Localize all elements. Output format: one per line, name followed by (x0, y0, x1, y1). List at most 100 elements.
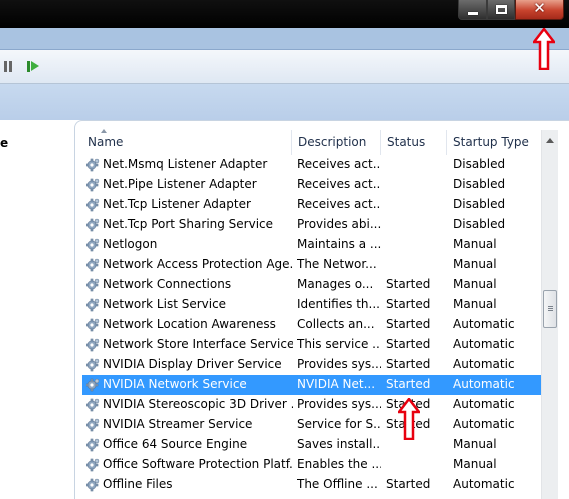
close-button[interactable]: ✕ (515, 0, 564, 20)
service-row[interactable]: Office 64 Source Engine Saves install... M… (82, 435, 542, 455)
services-list: Net.Msmq Listener Adapter Receives act...… (82, 155, 542, 495)
service-startup-type: Disabled (453, 197, 506, 211)
service-gear-icon (85, 398, 100, 412)
service-description: Receives act... (297, 197, 381, 211)
service-name: Netlogon (103, 237, 158, 251)
description-pane-text: e (0, 136, 9, 150)
service-row[interactable]: NVIDIA Streamer ServiceService for S...S… (82, 415, 542, 435)
service-row[interactable]: Net.Tcp Port Sharing Service Provides abi… (82, 215, 542, 235)
service-row[interactable]: Net.Pipe Listener Adapter Receives act...… (82, 175, 542, 195)
service-row[interactable]: NVIDIA Display Driver Service Provides sy… (82, 355, 542, 375)
pause-service-icon[interactable] (4, 61, 13, 72)
service-name: NVIDIA Display Driver Service (103, 357, 282, 371)
service-gear-icon (85, 298, 100, 312)
scrollbar-thumb[interactable] (543, 290, 557, 328)
service-gear-icon (85, 198, 100, 212)
service-description: Manages o... (297, 277, 374, 291)
service-startup-type: Manual (453, 297, 497, 311)
service-description: NVIDIA Net... (297, 377, 376, 391)
service-name: Network Connections (103, 277, 232, 291)
service-name: Net.Msmq Listener Adapter (103, 157, 268, 171)
service-name: Network Store Interface Service (103, 337, 293, 351)
service-name: Net.Tcp Listener Adapter (103, 197, 251, 211)
service-gear-icon (85, 458, 100, 472)
service-name: NVIDIA Network Service (103, 377, 247, 391)
vertical-scrollbar[interactable] (541, 130, 558, 499)
service-row[interactable]: Network Store Interface Service This serv… (82, 335, 542, 355)
service-row[interactable]: Offline Files The Offline ... Started Autom… (82, 475, 542, 495)
column-header-description[interactable]: Description (292, 130, 381, 155)
service-gear-icon (85, 318, 100, 332)
service-status: Started (386, 377, 431, 391)
service-description: Receives act... (297, 177, 381, 191)
annotation-arrow-close (533, 28, 555, 70)
service-row[interactable]: Network Connections Manages o... Started Ma… (82, 275, 542, 295)
toolbar (0, 50, 569, 84)
scroll-up-icon[interactable] (546, 138, 554, 143)
service-row[interactable]: Netlogon Maintains a ... Manual (82, 235, 542, 255)
service-gear-icon (85, 158, 100, 172)
service-description: Maintains a ... (297, 237, 381, 251)
service-row[interactable]: NVIDIA Stereoscopic 3D Driver ... Provide… (82, 395, 542, 415)
service-row[interactable]: Network List Service Identifies th... Star… (82, 295, 542, 315)
service-description: Enables the ... (297, 457, 381, 471)
service-description: Receives act... (297, 157, 381, 171)
service-startup-type: Automatic (453, 337, 515, 351)
service-name: Network List Service (103, 297, 227, 311)
column-header-status[interactable]: Status (381, 130, 447, 155)
service-row[interactable]: Net.Msmq Listener Adapter Receives act...… (82, 155, 542, 175)
column-header-row: Name Description Status Startup Type (82, 130, 542, 155)
service-startup-type: Automatic (453, 357, 515, 371)
service-row[interactable]: Network Location Awareness Collects an...… (82, 315, 542, 335)
service-description: Provides abi... (297, 217, 381, 231)
service-description: Provides sys... (297, 397, 381, 411)
minimize-icon (468, 12, 478, 15)
service-name: Offline Files (103, 477, 173, 491)
service-description: Identifies th... (297, 297, 380, 311)
column-header-name[interactable]: Name (82, 130, 292, 155)
service-status: Started (386, 357, 431, 371)
service-row[interactable]: Office Software Protection Platf... Enabl… (82, 455, 542, 475)
maximize-button[interactable] (487, 0, 515, 20)
service-description: This service ... (297, 337, 381, 351)
service-startup-type: Disabled (453, 177, 506, 191)
service-gear-icon (85, 278, 100, 292)
service-gear-icon (85, 178, 100, 192)
service-description: The Offline ... (297, 477, 378, 491)
service-name: Office 64 Source Engine (103, 437, 248, 451)
service-name: Net.Pipe Listener Adapter (103, 177, 257, 191)
service-startup-type: Disabled (453, 217, 506, 231)
service-status: Started (386, 317, 431, 331)
minimize-button[interactable] (458, 0, 487, 20)
service-name: NVIDIA Streamer Service (103, 417, 253, 431)
service-startup-type: Manual (453, 277, 497, 291)
service-gear-icon (85, 478, 100, 492)
service-startup-type: Manual (453, 257, 497, 271)
service-gear-icon (85, 378, 100, 392)
service-startup-type: Automatic (453, 477, 515, 491)
services-banner (0, 84, 569, 120)
service-gear-icon (85, 358, 100, 372)
column-header-startup-type[interactable]: Startup Type (447, 130, 542, 155)
maximize-icon (496, 5, 507, 14)
service-row[interactable]: NVIDIA Network Service NVIDIA Net... Start… (82, 375, 542, 395)
service-gear-icon (85, 258, 100, 272)
service-gear-icon (85, 438, 100, 452)
service-status: Started (386, 477, 431, 491)
service-gear-icon (85, 338, 100, 352)
service-startup-type: Manual (453, 437, 497, 451)
service-description: Provides sys... (297, 357, 381, 371)
service-startup-type: Manual (453, 237, 497, 251)
service-gear-icon (85, 238, 100, 252)
service-startup-type: Automatic (453, 417, 515, 431)
service-name: Network Access Protection Age... (103, 257, 293, 271)
restart-service-icon[interactable] (27, 61, 40, 72)
service-row[interactable]: Network Access Protection Age... The Netw… (82, 255, 542, 275)
service-startup-type: Manual (453, 457, 497, 471)
service-name: NVIDIA Stereoscopic 3D Driver ... (103, 397, 293, 411)
service-row[interactable]: Net.Tcp Listener Adapter Receives act... D… (82, 195, 542, 215)
service-description: The Networ... (297, 257, 377, 271)
service-startup-type: Automatic (453, 397, 515, 411)
service-startup-type: Automatic (453, 377, 515, 391)
service-startup-type: Disabled (453, 157, 506, 171)
